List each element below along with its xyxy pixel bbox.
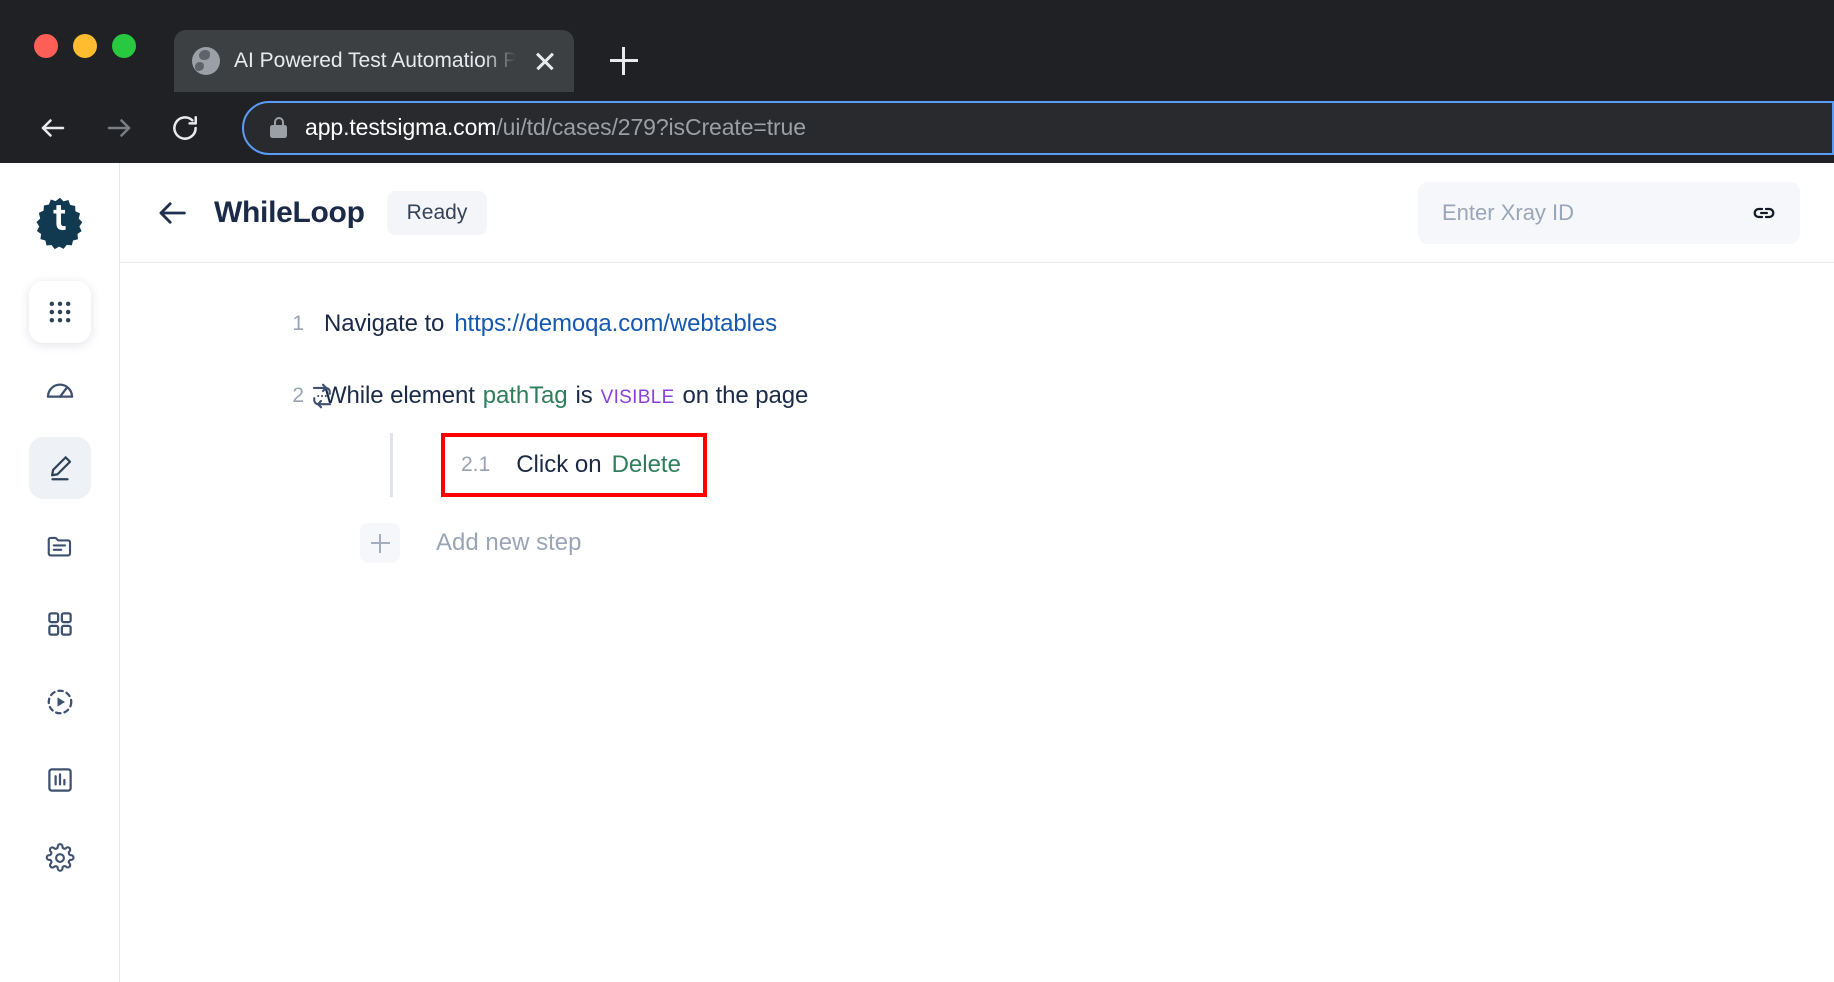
sidebar-item-test-suites[interactable] [29, 593, 91, 655]
play-circle-dashed-icon [45, 687, 75, 717]
step-description: Navigate to https://demoqa.com/webtables [324, 310, 777, 338]
substep-target-element[interactable]: Delete [612, 451, 681, 478]
sidebar-item-test-data[interactable] [29, 515, 91, 577]
pencil-edit-icon [45, 453, 75, 483]
back-navigation-button[interactable] [150, 190, 196, 236]
step-description: While element pathTag is VISIBLE on the page [324, 382, 808, 410]
test-steps-list: 1 Navigate to https://demoqa.com/webtable… [120, 263, 1834, 982]
globe-icon [192, 47, 220, 75]
gear-icon [45, 843, 75, 873]
back-button[interactable] [26, 101, 80, 155]
application-shell: WhileLoop Ready 1 Navigate to https://dem… [0, 163, 1834, 982]
loop-repeat-icon [302, 376, 342, 416]
bar-chart-icon [45, 765, 75, 795]
reload-button[interactable] [158, 101, 212, 155]
browser-tab[interactable]: AI Powered Test Automation Pla [174, 30, 574, 92]
step-prefix: While element [324, 382, 475, 409]
page-header: WhileLoop Ready [120, 163, 1834, 263]
minimize-traffic-light[interactable] [73, 34, 97, 58]
folder-document-icon [45, 531, 75, 561]
substep-action: Click on [516, 451, 602, 478]
step-suffix: on the page [682, 382, 809, 409]
step-action: Navigate to [324, 310, 445, 337]
new-tab-button[interactable] [596, 32, 652, 88]
apps-grid-icon [46, 298, 74, 326]
testsigma-logo[interactable] [32, 195, 88, 251]
sidebar-item-apps-grid[interactable] [28, 281, 91, 343]
speedometer-icon [44, 374, 76, 406]
xray-id-field[interactable] [1418, 181, 1800, 244]
tab-strip: AI Powered Test Automation Pla [0, 0, 1834, 92]
close-icon[interactable] [530, 46, 560, 76]
sidebar-item-test-authoring[interactable] [28, 437, 91, 499]
step-middle: is [575, 382, 593, 409]
sidebar-item-dashboard[interactable] [29, 359, 91, 421]
step-number: 1 [292, 312, 304, 335]
maximize-traffic-light[interactable] [112, 34, 136, 58]
step-element-name[interactable]: pathTag [483, 382, 568, 409]
forward-button[interactable] [92, 101, 146, 155]
close-traffic-light[interactable] [34, 34, 58, 58]
substep-number: 2.1 [461, 453, 491, 476]
substep-rail [390, 433, 393, 497]
step-url-value[interactable]: https://demoqa.com/webtables [454, 310, 777, 337]
url-host: app.testsigma.com [305, 114, 497, 140]
address-bar[interactable]: app.testsigma.com/ui/td/cases/279?isCrea… [242, 100, 1834, 155]
test-step-2-1-highlight[interactable]: 2.1 Click on Delete [441, 433, 707, 497]
test-step-1[interactable]: 1 Navigate to https://demoqa.com/webtable… [120, 293, 1834, 355]
link-chain-icon[interactable] [1750, 199, 1778, 227]
add-new-step-row[interactable]: Add new step [120, 523, 1834, 563]
address-bar-text: app.testsigma.com/ui/td/cases/279?isCrea… [305, 114, 806, 141]
substep-description: Click on Delete [516, 451, 681, 479]
sidebar-item-settings[interactable] [29, 827, 91, 889]
step-state-value[interactable]: VISIBLE [601, 387, 675, 408]
xray-id-input[interactable] [1442, 199, 1750, 226]
test-step-2[interactable]: 2 While element pathTag is VISIBLE on the pa… [120, 365, 1834, 427]
sidebar-item-reports[interactable] [29, 749, 91, 811]
substep-container: 2.1 Click on Delete [120, 433, 1834, 497]
lock-icon [270, 117, 287, 138]
plus-icon[interactable] [360, 523, 400, 563]
tab-title: AI Powered Test Automation Pla [234, 49, 516, 72]
status-badge: Ready [386, 190, 488, 235]
sidebar-item-test-runs[interactable] [29, 671, 91, 733]
grid-squares-icon [45, 609, 75, 639]
browser-chrome: AI Powered Test Automation Pla app.tests… [0, 0, 1834, 163]
sidebar [0, 163, 120, 982]
page-title: WhileLoop [214, 195, 365, 229]
url-path: /ui/td/cases/279?isCreate=true [496, 114, 806, 140]
browser-nav-bar: app.testsigma.com/ui/td/cases/279?isCrea… [0, 92, 1834, 163]
add-new-step-label[interactable]: Add new step [436, 529, 581, 557]
main-content: WhileLoop Ready 1 Navigate to https://dem… [120, 163, 1834, 982]
window-controls [34, 0, 136, 92]
